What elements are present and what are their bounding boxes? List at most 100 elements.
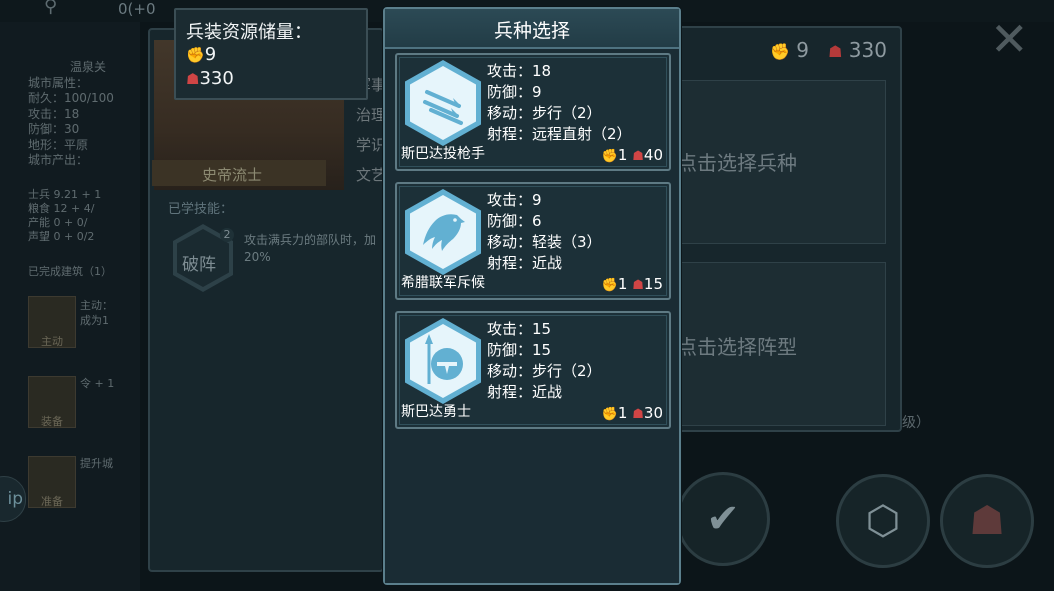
- building-thumb[interactable]: 主动: [28, 296, 76, 348]
- attribute-label: 学识: [356, 136, 387, 154]
- cost-troops: 1: [617, 275, 628, 293]
- resource-line: 士兵 9.21 + 1: [28, 188, 102, 201]
- city-stat: 耐久：100/100: [28, 91, 114, 105]
- troops-icon: ✊: [601, 278, 618, 293]
- troops-icon: ✊: [770, 42, 790, 61]
- eagle-glyph: [423, 214, 465, 251]
- cost-troops: 1: [617, 146, 628, 164]
- unit-range: 射程：远程直射（2）: [487, 125, 632, 143]
- city-resources: 士兵 9.21 + 1 粮食 12 + 4/ 产能 0 + 0/ 声望 0 + …: [28, 188, 101, 244]
- javelin-glyph: [423, 90, 463, 125]
- skill-description: 攻击满兵力的部队时，加20%: [244, 233, 377, 264]
- building-thumb[interactable]: 准备: [28, 456, 76, 508]
- storage-troops-row: ✊9: [186, 44, 216, 65]
- thumb-label: 主动: [41, 335, 63, 348]
- resource-line: 产能 0 + 0/: [28, 216, 88, 229]
- food-icon: ☗: [632, 407, 644, 422]
- city-stats: 温泉关 城市属性： 耐久：100/100 攻击：18 防御：30 地形：平原 城…: [28, 60, 114, 169]
- sword-icon: ⬡: [865, 498, 901, 544]
- equipment-button[interactable]: ⬡: [836, 474, 930, 568]
- troops-count: 9: [796, 38, 810, 62]
- thumb-label: 准备: [41, 495, 63, 508]
- unit-defense: 防御：15: [487, 341, 552, 359]
- city-stat: 城市产出：: [28, 153, 89, 167]
- unit-cost: ✊1 ☗30: [602, 404, 663, 422]
- thumb-desc: 令 + 1: [80, 376, 114, 391]
- city-stat: 城市属性：: [28, 75, 89, 90]
- eagle-icon: [405, 189, 481, 275]
- skills-label: 已学技能：: [168, 202, 234, 217]
- unit-move: 移动：步行（2）: [487, 104, 602, 122]
- top-bar-counter: 0(+0: [118, 0, 156, 18]
- unit-range: 射程：近战: [487, 254, 563, 272]
- unit-defense: 防御：9: [487, 83, 542, 101]
- food-icon: ☗: [969, 498, 1005, 544]
- built-label: 已完成建筑（1）: [28, 265, 112, 278]
- storage-tooltip: 兵装资源储量： ✊9 ☗330: [174, 8, 368, 100]
- thumb-desc-line: 主动：: [80, 299, 113, 312]
- storage-troops-value: 9: [204, 44, 217, 65]
- unit-range: 射程：近战: [487, 383, 563, 401]
- close-icon[interactable]: ✕: [990, 16, 1029, 62]
- skill-level: 2: [220, 228, 234, 242]
- troops-icon: ✊: [601, 407, 618, 422]
- javelin-icon: [405, 60, 481, 146]
- food-icon: ☗: [632, 149, 644, 164]
- select-formation-slot[interactable]: 点击选择阵型: [676, 262, 886, 426]
- unit-name: 斯巴达勇士: [401, 404, 471, 420]
- food-icon: ☗: [828, 42, 843, 61]
- modal-header: 兵种选择: [385, 9, 679, 49]
- unit-cost: ✊1 ☗40: [602, 146, 663, 164]
- food-button[interactable]: ☗: [940, 474, 1034, 568]
- unit-attack: 攻击：18: [487, 62, 552, 80]
- unit-name: 希腊联军斥候: [401, 275, 485, 291]
- army-resource-display: ✊ 9 ☗ 330: [770, 38, 887, 62]
- thumb-desc-line: 成为1: [80, 314, 109, 327]
- unit-attack: 攻击：15: [487, 320, 552, 338]
- cost-food: 30: [643, 404, 663, 422]
- thumb-desc-line: 令 + 1: [80, 377, 115, 390]
- unit-move: 移动：轻装（3）: [487, 233, 602, 251]
- unit-defense: 防御：6: [487, 212, 542, 230]
- unit-stats: 攻击：18 防御：9 移动：步行（2） 射程：远程直射（2）: [487, 61, 632, 145]
- select-unit-label: 点击选择兵种: [677, 151, 797, 175]
- unit-card-scout[interactable]: 攻击：9 防御：6 移动：轻装（3） 射程：近战 希腊联军斥候 ✊1 ☗15: [395, 182, 671, 300]
- thumb-label: 装备: [41, 415, 63, 428]
- tip-button[interactable]: ip: [0, 476, 26, 522]
- confirm-button[interactable]: ✔: [676, 472, 770, 566]
- unit-card-javelin[interactable]: 攻击：18 防御：9 移动：步行（2） 射程：远程直射（2） 斯巴达投枪手 ✊1…: [395, 53, 671, 171]
- building-thumb[interactable]: 装备: [28, 376, 76, 428]
- troops-icon: ✊: [601, 149, 618, 164]
- troops-icon: ✊: [186, 46, 205, 64]
- unit-card-spartan-warrior[interactable]: 攻击：15 防御：15 移动：步行（2） 射程：近战 斯巴达勇士 ✊1 ☗30: [395, 311, 671, 429]
- attribute-label: 文艺: [356, 166, 387, 184]
- check-icon: ✔: [706, 496, 740, 542]
- storage-food-row: ☗330: [186, 68, 234, 89]
- unit-name: 斯巴达投枪手: [401, 146, 485, 162]
- city-stat: 地形：平原: [28, 137, 89, 152]
- unit-select-modal: 兵种选择 攻击：18 防御：9 移动：步行（2） 射程：远程直射（2） 斯巴达投…: [383, 7, 681, 585]
- thumb-desc: 提升城: [80, 456, 113, 471]
- city-stat: 防御：30: [28, 122, 80, 136]
- search-icon[interactable]: ⚲: [44, 0, 57, 17]
- modal-footer: [385, 551, 679, 583]
- city-name: 温泉关: [70, 60, 107, 74]
- thumb-desc-line: 提升城: [80, 457, 113, 470]
- resource-line: 声望 0 + 0/2: [28, 230, 95, 243]
- spartan-shield-icon: [405, 318, 481, 404]
- food-icon: ☗: [632, 278, 644, 293]
- cost-troops: 1: [617, 404, 628, 422]
- unit-stats: 攻击：9 防御：6 移动：轻装（3） 射程：近战: [487, 190, 602, 274]
- skill-name: 破阵: [182, 255, 216, 275]
- food-icon: ☗: [186, 70, 200, 88]
- thumb-desc: 主动： 成为1: [80, 298, 113, 328]
- cost-food: 40: [643, 146, 663, 164]
- storage-food-value: 330: [199, 68, 234, 89]
- unit-attack: 攻击：9: [487, 191, 542, 209]
- select-formation-label: 点击选择阵型: [677, 335, 797, 359]
- modal-title: 兵种选择: [493, 20, 570, 42]
- food-count: 330: [848, 38, 887, 62]
- select-unit-slot[interactable]: 点击选择兵种: [676, 80, 886, 244]
- level-suffix: 级）: [902, 415, 930, 431]
- unit-stats: 攻击：15 防御：15 移动：步行（2） 射程：近战: [487, 319, 602, 403]
